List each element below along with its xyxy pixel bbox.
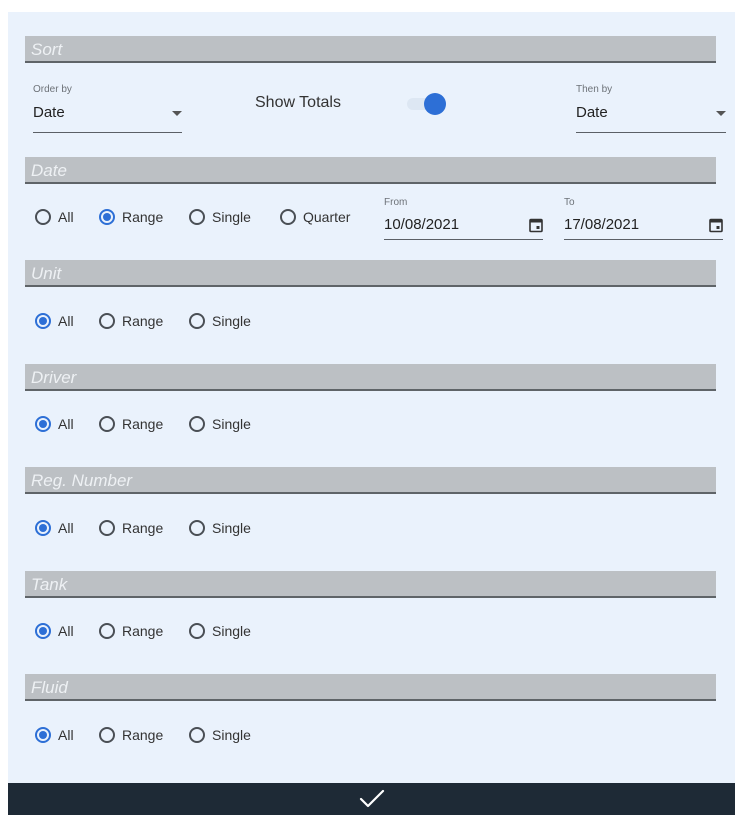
date-radio-single[interactable]: Single (189, 206, 251, 228)
radio-label: All (58, 416, 74, 432)
date-radio-quarter[interactable]: Quarter (280, 206, 350, 228)
confirm-bar[interactable] (8, 783, 735, 815)
driver-radio-group: All Range Single (26, 413, 286, 435)
date-radio-all[interactable]: All (35, 206, 74, 228)
show-totals-toggle[interactable] (405, 93, 447, 115)
unit-radio-range[interactable]: Range (99, 310, 163, 332)
radio-dot (189, 209, 205, 225)
radio-label: Range (122, 520, 164, 536)
radio-dot (189, 520, 205, 536)
reg-number-radio-group: All Range Single (26, 517, 286, 539)
radio-label: Single (212, 416, 251, 432)
section-header-tank: Tank (25, 571, 716, 598)
radio-dot (35, 209, 51, 225)
order-by-caption: Order by (33, 84, 72, 95)
radio-dot (99, 313, 115, 329)
then-by-value: Date (576, 104, 608, 121)
toggle-thumb (424, 93, 446, 115)
radio-label: Range (122, 623, 164, 639)
date-to-field[interactable]: To 17/08/2021 (564, 197, 723, 240)
reg-number-radio-all[interactable]: All (35, 517, 74, 539)
radio-label: Single (212, 623, 251, 639)
driver-radio-single[interactable]: Single (189, 413, 251, 435)
radio-label: Single (212, 727, 251, 743)
tank-radio-single[interactable]: Single (189, 620, 251, 642)
order-by-value: Date (33, 104, 65, 121)
order-by-select[interactable]: Order by Date (33, 84, 182, 133)
radio-dot (189, 313, 205, 329)
fluid-radio-single[interactable]: Single (189, 724, 251, 746)
chevron-down-icon (172, 111, 182, 116)
radio-label: Range (122, 727, 164, 743)
radio-dot (35, 727, 51, 743)
section-header-sort: Sort (25, 36, 716, 63)
radio-dot (189, 623, 205, 639)
then-by-select[interactable]: Then by Date (576, 84, 726, 133)
radio-label: All (58, 623, 74, 639)
section-header-driver: Driver (25, 364, 716, 391)
tank-radio-all[interactable]: All (35, 620, 74, 642)
date-from-caption: From (384, 197, 408, 208)
radio-dot (99, 209, 115, 225)
fluid-radio-group: All Range Single (26, 724, 286, 746)
section-header-reg-number: Reg. Number (25, 467, 716, 494)
reg-number-radio-range[interactable]: Range (99, 517, 163, 539)
radio-dot (99, 623, 115, 639)
reg-number-radio-single[interactable]: Single (189, 517, 251, 539)
date-from-value: 10/08/2021 (384, 216, 460, 233)
date-to-value: 17/08/2021 (564, 216, 640, 233)
date-to-caption: To (564, 197, 575, 208)
tank-radio-range[interactable]: Range (99, 620, 163, 642)
calendar-icon[interactable] (529, 217, 543, 233)
radio-label: Quarter (303, 209, 351, 225)
radio-dot (99, 727, 115, 743)
radio-label: All (58, 520, 74, 536)
date-radio-group: All Range Single Quarter (26, 206, 366, 228)
radio-label: Range (122, 209, 164, 225)
radio-label: All (58, 727, 74, 743)
radio-dot (189, 727, 205, 743)
radio-label: Range (122, 416, 164, 432)
unit-radio-all[interactable]: All (35, 310, 74, 332)
section-header-date: Date (25, 157, 716, 184)
driver-radio-all[interactable]: All (35, 413, 74, 435)
calendar-icon[interactable] (709, 217, 723, 233)
radio-label: Single (212, 209, 251, 225)
section-header-unit: Unit (25, 260, 716, 287)
section-header-fluid: Fluid (25, 674, 716, 701)
radio-label: All (58, 313, 74, 329)
radio-label: All (58, 209, 74, 225)
check-icon[interactable] (359, 789, 385, 809)
chevron-down-icon (716, 111, 726, 116)
radio-dot (99, 520, 115, 536)
radio-label: Single (212, 313, 251, 329)
radio-label: Range (122, 313, 164, 329)
unit-radio-group: All Range Single (26, 310, 286, 332)
driver-radio-range[interactable]: Range (99, 413, 163, 435)
date-radio-range[interactable]: Range (99, 206, 163, 228)
radio-dot (35, 416, 51, 432)
unit-radio-single[interactable]: Single (189, 310, 251, 332)
radio-dot (99, 416, 115, 432)
radio-dot (35, 520, 51, 536)
radio-dot (35, 313, 51, 329)
show-totals-label: Show Totals (255, 94, 341, 111)
radio-dot (280, 209, 296, 225)
radio-dot (35, 623, 51, 639)
radio-label: Single (212, 520, 251, 536)
date-from-field[interactable]: From 10/08/2021 (384, 197, 543, 240)
fluid-radio-all[interactable]: All (35, 724, 74, 746)
tank-radio-group: All Range Single (26, 620, 286, 642)
fluid-radio-range[interactable]: Range (99, 724, 163, 746)
radio-dot (189, 416, 205, 432)
then-by-caption: Then by (576, 84, 613, 95)
